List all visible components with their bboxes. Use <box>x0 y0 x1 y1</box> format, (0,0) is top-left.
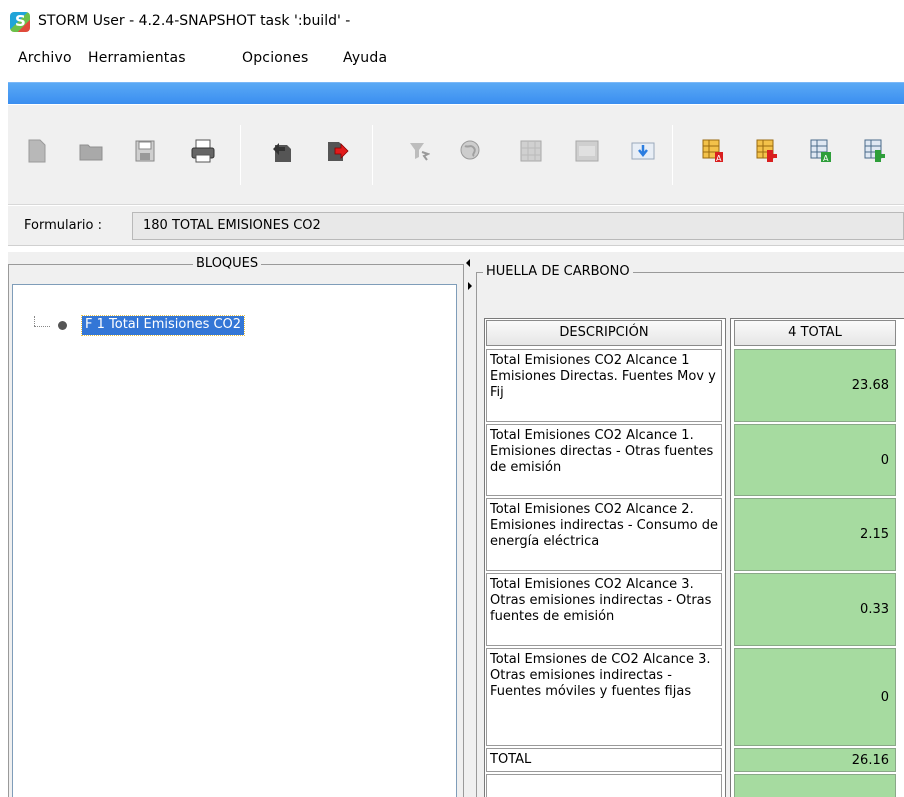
toolbar-separator <box>240 125 241 185</box>
table-row-description: Total Emsiones de CO2 Alcance 3. Otras e… <box>486 648 722 746</box>
total-row-label: TOTAL <box>486 748 722 772</box>
table-row-description: Total Emisiones CO2 Alcance 3. Otras emi… <box>486 573 722 646</box>
table-row-value[interactable]: 2.15 <box>734 498 896 571</box>
download-icon[interactable] <box>630 137 656 165</box>
tree-connector <box>34 326 50 327</box>
toolbar: A A <box>8 105 904 205</box>
svg-text:A: A <box>823 154 829 163</box>
open-folder-icon[interactable] <box>78 137 104 165</box>
print-icon[interactable] <box>190 137 216 165</box>
collapse-left-icon[interactable] <box>466 259 470 267</box>
table-row-value[interactable]: 0 <box>734 424 896 496</box>
menu-bar: Archivo Herramientas Opciones Ayuda <box>0 48 904 72</box>
table-row-description: Total Emisiones CO2 Alcance 1 Emisiones … <box>486 349 722 422</box>
table-green-b-icon[interactable] <box>862 137 888 165</box>
expand-right-icon[interactable] <box>468 282 472 290</box>
table-row-value[interactable]: 23.68 <box>734 349 896 422</box>
table-row-value[interactable]: 0 <box>734 648 896 746</box>
export-icon[interactable] <box>324 137 350 165</box>
tree-connector <box>34 316 35 326</box>
table-empty-row <box>486 774 722 797</box>
save-icon[interactable] <box>132 137 158 165</box>
toolbar-separator <box>672 125 673 185</box>
form-icon[interactable] <box>574 137 600 165</box>
table-row-value[interactable]: 0.33 <box>734 573 896 646</box>
table-green-a-icon[interactable]: A <box>808 137 834 165</box>
form-bar: Formulario : 180 TOTAL EMISIONES CO2 <box>8 206 904 246</box>
tree-node-bullet-icon <box>58 321 67 330</box>
filter-icon[interactable] <box>406 137 432 165</box>
table-row-description: Total Emisiones CO2 Alcance 2. Emisiones… <box>486 498 722 571</box>
form-name-field[interactable]: 180 TOTAL EMISIONES CO2 <box>132 212 904 240</box>
menu-archivo[interactable]: Archivo <box>18 50 72 66</box>
table-row-description: Total Emisiones CO2 Alcance 1. Emisiones… <box>486 424 722 496</box>
tree-item-total-emisiones[interactable]: F 1 Total Emisiones CO2 <box>80 315 246 336</box>
bloques-tree[interactable] <box>12 284 457 797</box>
menu-opciones[interactable]: Opciones <box>242 50 308 66</box>
svg-text:A: A <box>716 154 722 163</box>
menu-ayuda[interactable]: Ayuda <box>343 50 387 66</box>
header-accent-bar <box>8 82 904 104</box>
bloques-title: BLOQUES <box>193 256 262 271</box>
new-document-icon[interactable] <box>24 137 50 165</box>
table-empty-row <box>734 774 896 797</box>
toolbar-separator <box>372 125 373 185</box>
form-label: Formulario : <box>24 218 102 233</box>
total-row-value[interactable]: 26.16 <box>734 748 896 772</box>
grid-icon[interactable] <box>518 137 544 165</box>
globe-icon[interactable] <box>458 137 484 165</box>
panel-splitter[interactable] <box>464 252 474 797</box>
table-red-a-icon[interactable]: A <box>700 137 726 165</box>
menu-herramientas[interactable]: Herramientas <box>88 50 186 66</box>
window-title: STORM User - 4.2.4-SNAPSHOT task ':build… <box>38 13 351 29</box>
title-bar: S STORM User - 4.2.4-SNAPSHOT task ':bui… <box>0 0 904 44</box>
total-column-header[interactable]: 4 TOTAL <box>734 320 896 346</box>
description-column-header[interactable]: DESCRIPCIÓN <box>486 320 722 346</box>
huella-title: HUELLA DE CARBONO <box>483 264 633 279</box>
import-icon[interactable] <box>270 137 296 165</box>
storm-app-icon: S <box>10 12 30 32</box>
table-red-b-icon[interactable] <box>754 137 780 165</box>
